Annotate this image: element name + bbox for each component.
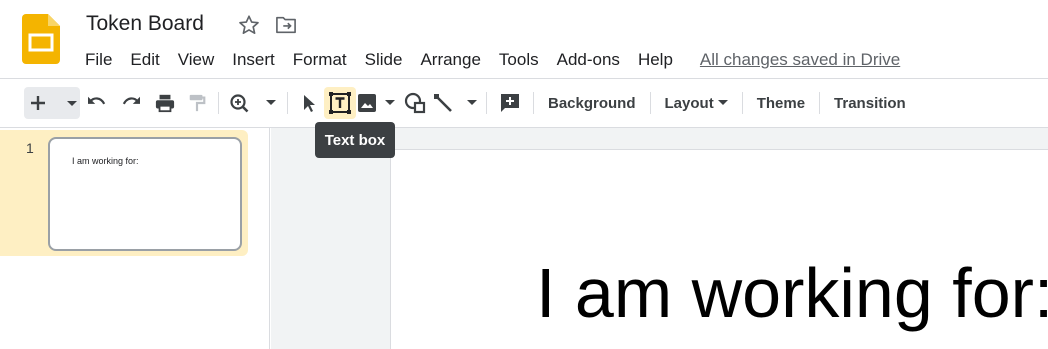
menu-file[interactable]: File — [76, 50, 121, 70]
print-icon[interactable] — [148, 87, 182, 119]
layout-button[interactable]: Layout — [657, 87, 736, 119]
select-icon[interactable] — [294, 87, 324, 119]
undo-icon[interactable] — [80, 87, 114, 119]
chevron-down-icon — [717, 100, 728, 105]
move-to-folder-icon[interactable] — [275, 15, 297, 35]
toolbar-separator — [741, 92, 743, 114]
menu-help[interactable]: Help — [629, 50, 682, 70]
image-button[interactable] — [356, 87, 398, 119]
menu-format[interactable]: Format — [284, 50, 356, 70]
layout-label: Layout — [664, 94, 714, 112]
save-status-link[interactable]: All changes saved in Drive — [700, 50, 900, 70]
star-icon[interactable] — [238, 14, 260, 36]
transition-button[interactable]: Transition — [826, 87, 914, 119]
header-divider — [0, 78, 1048, 79]
comment-icon[interactable] — [493, 87, 527, 119]
menu-view[interactable]: View — [169, 50, 224, 70]
line-button[interactable] — [432, 87, 480, 119]
menu-edit[interactable]: Edit — [121, 50, 168, 70]
toolbar-separator — [218, 92, 219, 114]
filmstrip-slide-1[interactable]: 1 I am working for: — [0, 130, 248, 256]
background-button[interactable]: Background — [540, 87, 644, 119]
menu-tools[interactable]: Tools — [490, 50, 548, 70]
paint-format-icon[interactable] — [182, 87, 212, 119]
text-box-icon[interactable] — [324, 87, 356, 119]
toolbar-separator — [819, 92, 821, 114]
document-title[interactable]: Token Board — [86, 12, 204, 36]
menu-arrange[interactable]: Arrange — [411, 50, 489, 70]
slide-text-box[interactable]: I am working for: — [536, 258, 1048, 328]
text-box-tooltip: Text box — [315, 122, 395, 158]
toolbar-separator — [287, 92, 288, 114]
menu-slide[interactable]: Slide — [356, 50, 412, 70]
toolbar-separator — [533, 92, 534, 114]
toolbar-separator — [486, 92, 487, 114]
slide-canvas[interactable]: I am working for: — [390, 149, 1048, 349]
slide-number: 1 — [26, 140, 34, 156]
menu-bar: File Edit View Insert Format Slide Arran… — [76, 48, 900, 72]
slides-logo-icon[interactable] — [22, 14, 60, 64]
toolbar: Background Layout Theme Transition — [24, 86, 914, 120]
redo-icon[interactable] — [114, 87, 148, 119]
toolbar-separator — [649, 92, 651, 114]
thumbnail-text: I am working for: — [72, 156, 139, 166]
menu-add-ons[interactable]: Add-ons — [548, 50, 629, 70]
slide-filmstrip: 1 I am working for: — [0, 128, 270, 349]
zoom-button[interactable] — [225, 87, 281, 119]
slide-thumbnail[interactable]: I am working for: — [48, 137, 242, 251]
theme-button[interactable]: Theme — [749, 87, 813, 119]
shape-icon[interactable] — [398, 87, 432, 119]
new-slide-button[interactable] — [24, 87, 80, 119]
menu-insert[interactable]: Insert — [223, 50, 284, 70]
slides-app: Token Board File Edit View Insert Format… — [0, 0, 1048, 349]
